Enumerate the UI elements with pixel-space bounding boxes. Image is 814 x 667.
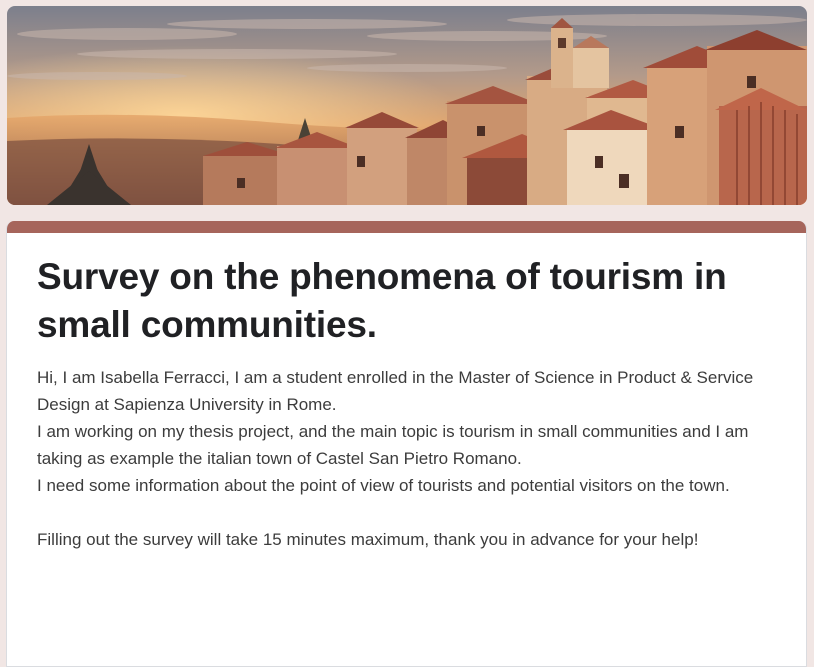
form-header-card: Survey on the phenomena of tourism in sm… xyxy=(6,221,807,667)
form-title: Survey on the phenomena of tourism in sm… xyxy=(37,256,727,345)
description-closing-line: Filling out the survey will take 15 minu… xyxy=(37,530,699,549)
description-line: I need some information about the point … xyxy=(37,476,730,495)
header-image xyxy=(7,6,807,205)
card-accent-bar xyxy=(7,221,806,233)
header-image-illustration xyxy=(7,6,807,205)
description-line: Hi, I am Isabella Ferracci, I am a stude… xyxy=(37,368,754,414)
form-description: Hi, I am Isabella Ferracci, I am a stude… xyxy=(37,364,776,553)
description-line: I am working on my thesis project, and t… xyxy=(37,422,749,468)
